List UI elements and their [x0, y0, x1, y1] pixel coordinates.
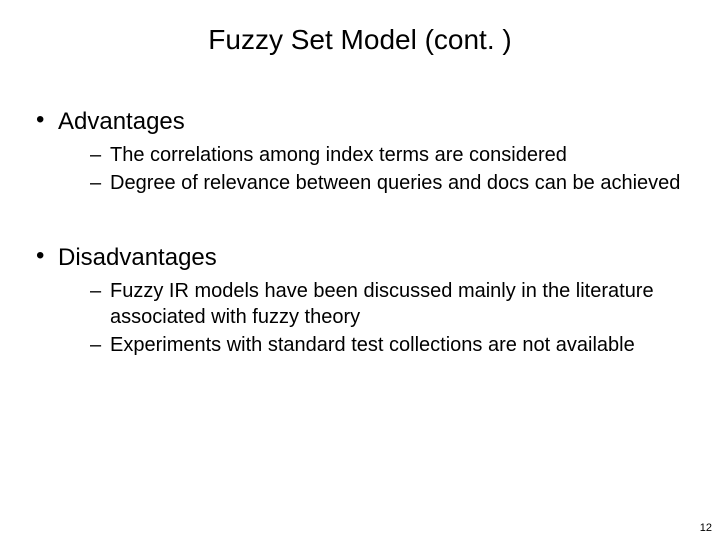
- slide: Fuzzy Set Model (cont. ) Advantages The …: [0, 0, 720, 540]
- section-advantages: Advantages The correlations among index …: [30, 108, 690, 196]
- list-item: The correlations among index terms are c…: [58, 142, 690, 168]
- bullet-list: Advantages The correlations among index …: [30, 108, 690, 358]
- section-heading: Advantages: [58, 108, 185, 135]
- slide-title: Fuzzy Set Model (cont. ): [0, 0, 720, 64]
- section-heading: Disadvantages: [58, 244, 217, 271]
- list-item: Degree of relevance between queries and …: [58, 170, 690, 196]
- sub-list: Fuzzy IR models have been discussed main…: [58, 278, 690, 358]
- list-item: Experiments with standard test collectio…: [58, 332, 690, 358]
- section-disadvantages: Disadvantages Fuzzy IR models have been …: [30, 244, 690, 358]
- slide-content: Advantages The correlations among index …: [0, 64, 720, 358]
- list-item: Fuzzy IR models have been discussed main…: [58, 278, 690, 330]
- sub-list: The correlations among index terms are c…: [58, 142, 690, 196]
- page-number: 12: [700, 522, 712, 534]
